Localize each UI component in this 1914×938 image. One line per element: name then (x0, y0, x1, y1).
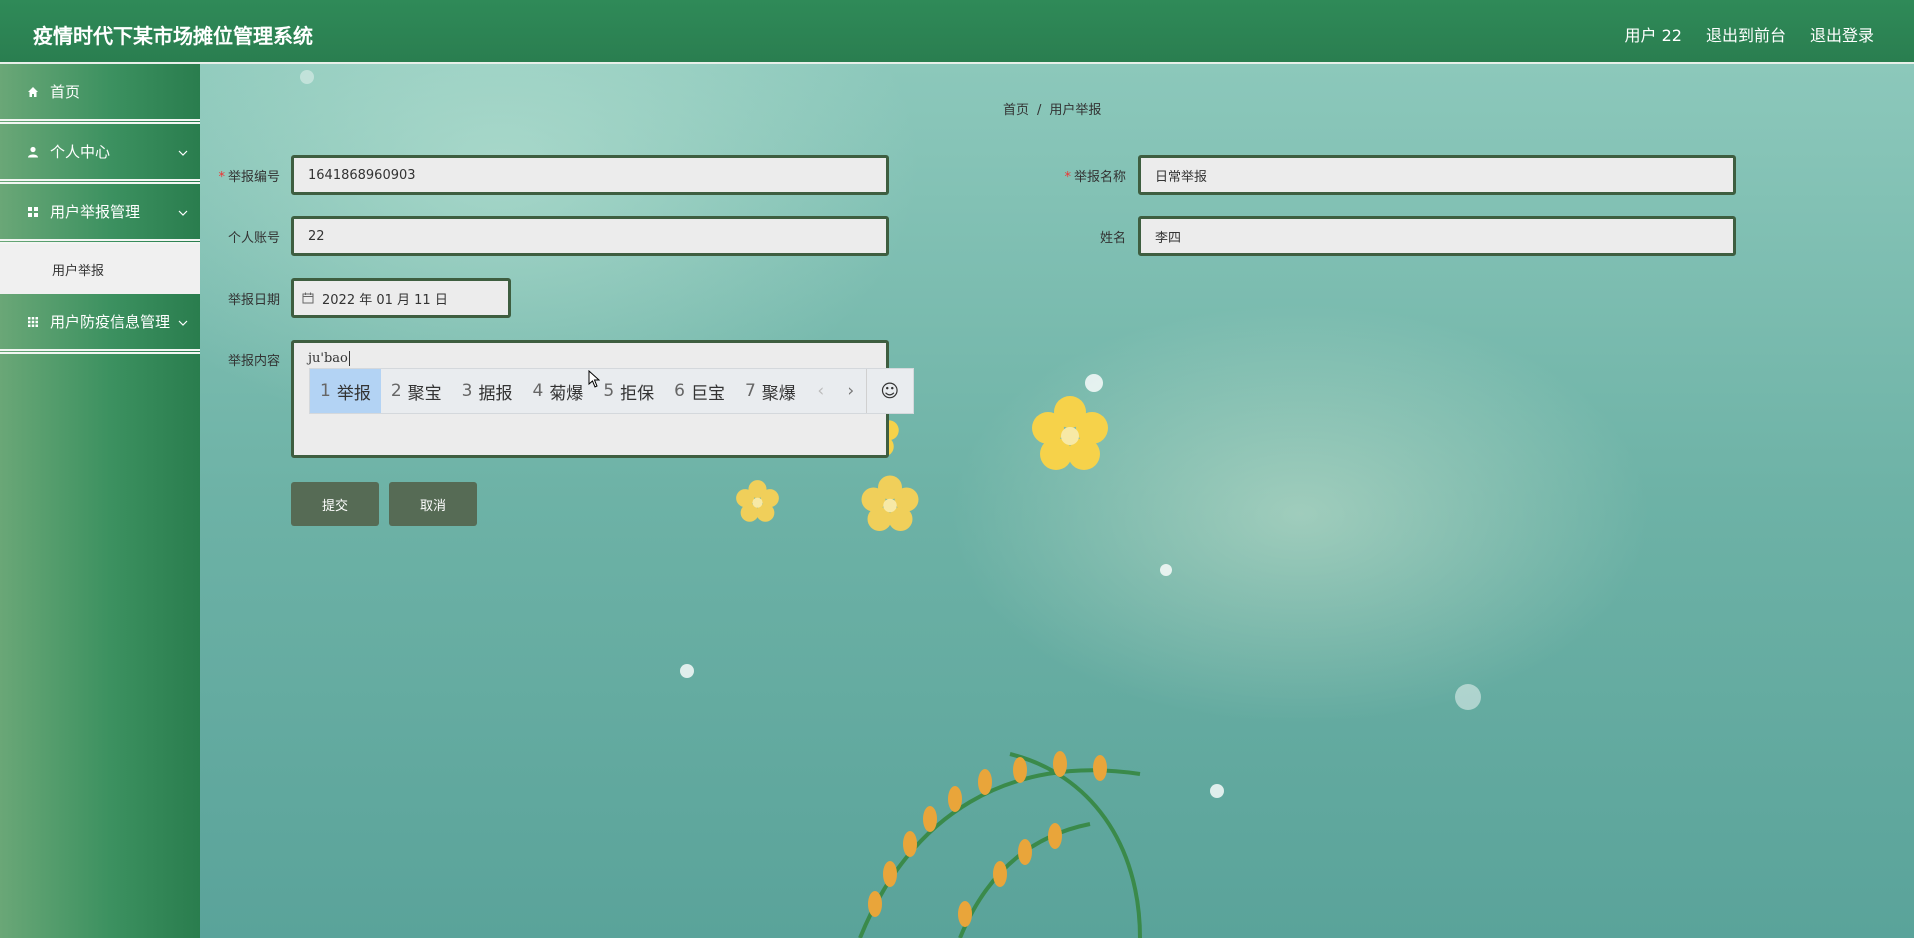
required-mark: * (218, 170, 225, 185)
ime-candidate[interactable]: 7 聚爆 (735, 369, 806, 413)
calendar-icon (302, 292, 314, 304)
ime-candidate-text: 举报 (336, 383, 371, 404)
content-value: ju'bao (308, 351, 348, 366)
sidebar-item-personal-center[interactable]: 个人中心 (0, 124, 200, 184)
header-actions: 用户 22 退出到前台 退出登录 (1625, 22, 1874, 46)
ime-candidate[interactable]: 4 菊爆 (522, 369, 593, 413)
logout-link[interactable]: 退出登录 (1810, 22, 1874, 46)
decor-flower (861, 475, 919, 531)
sidebar-item-label: 个人中心 (50, 143, 111, 161)
decor-dot (1085, 374, 1103, 392)
cancel-button[interactable]: 取消 (389, 482, 477, 526)
user-label[interactable]: 用户 22 (1625, 22, 1682, 46)
chevron-left-icon[interactable]: ‹ (806, 369, 836, 413)
decor-grain (858, 751, 1142, 938)
ime-candidate[interactable]: 6 巨宝 (664, 369, 735, 413)
ime-candidate-text: 菊爆 (549, 383, 584, 404)
breadcrumb-current: 用户举报 (1049, 103, 1102, 118)
ime-candidate-number: 3 (461, 381, 473, 401)
ime-candidate[interactable]: 2 聚宝 (381, 369, 452, 413)
report-name-label: * 举报名称 (1040, 166, 1126, 185)
ime-candidate[interactable]: 1 举报 (310, 369, 381, 413)
sidebar-item-label: 用户防疫信息管理 (50, 313, 171, 331)
ime-candidate-text: 据报 (478, 383, 513, 404)
ime-candidate-number: 6 (674, 381, 685, 401)
sidebar: 首页 个人中心 用户举报管理 用户举报 用户防疫信息管理 (0, 64, 200, 938)
sidebar-subitem-user-report[interactable]: 用户举报 (0, 244, 200, 294)
ime-candidate-text: 拒保 (620, 383, 655, 404)
decor-dot (1455, 684, 1481, 710)
submit-button[interactable]: 提交 (291, 482, 379, 526)
chevron-down-icon (178, 145, 188, 159)
sidebar-item-home[interactable]: 首页 (0, 64, 200, 124)
ime-candidate-text: 聚宝 (407, 383, 442, 404)
date-picker[interactable]: 2022 年 01 月 11 日 (291, 278, 511, 318)
ime-candidate-number: 7 (744, 381, 756, 401)
report-no-label: * 举报编号 (210, 166, 280, 185)
ime-candidate-text: 巨宝 (690, 383, 725, 404)
grid-icon (26, 205, 40, 219)
sidebar-item-label: 首页 (50, 83, 81, 101)
decor-dot (1160, 564, 1172, 576)
decor-flower (736, 480, 779, 522)
chevron-down-icon (178, 205, 188, 219)
sidebar-item-epidemic-info[interactable]: 用户防疫信息管理 (0, 294, 200, 354)
ime-candidate-number: 2 (390, 381, 402, 401)
breadcrumb: 首页 / 用户举报 (1003, 99, 1101, 118)
home-icon (26, 85, 40, 99)
report-name-label-text: 举报名称 (1073, 170, 1126, 185)
account-label: 个人账号 (227, 231, 280, 246)
date-value: 2022 年 01 月 11 日 (322, 292, 448, 308)
breadcrumb-separator: / (1037, 103, 1042, 118)
ime-candidate-number: 5 (603, 381, 615, 401)
user-icon (26, 145, 40, 159)
top-header: 疫情时代下某市场摊位管理系统 用户 22 退出到前台 退出登录 (0, 0, 1914, 64)
decor-dot (680, 664, 694, 678)
breadcrumb-home[interactable]: 首页 (1003, 103, 1029, 118)
text-cursor (348, 351, 350, 366)
name-field[interactable]: 李四 (1138, 216, 1736, 256)
report-no-field[interactable]: 1641868960903 (291, 155, 889, 195)
decor-dot (300, 70, 314, 84)
ime-candidate-number: 1 (320, 381, 331, 401)
date-label: 举报日期 (227, 293, 280, 308)
decor-flower (1032, 396, 1108, 470)
report-name-field[interactable]: 日常举报 (1138, 155, 1736, 195)
main-content: 首页 / 用户举报 * 举报编号 1641868960903 * 举报名称 日常举报 个… (200, 64, 1914, 938)
ime-candidate[interactable]: 5 拒保 (593, 369, 664, 413)
content-label: 举报内容 (227, 354, 280, 369)
app-title: 疫情时代下某市场摊位管理系统 (33, 24, 313, 48)
ime-candidate-text: 聚爆 (761, 383, 796, 404)
emoji-icon[interactable]: ☺ (865, 369, 913, 413)
report-no-label-text: 举报编号 (227, 170, 280, 185)
account-field[interactable]: 22 (291, 216, 889, 256)
ime-candidate-number: 4 (532, 381, 544, 401)
grid-icon (26, 315, 40, 329)
chevron-right-icon[interactable]: › (836, 369, 866, 413)
chevron-down-icon (178, 315, 188, 329)
name-label: 姓名 (1099, 231, 1126, 246)
required-mark: * (1064, 170, 1071, 185)
sidebar-item-label: 用户举报管理 (50, 203, 141, 221)
exit-to-front-link[interactable]: 退出到前台 (1706, 22, 1786, 46)
mouse-cursor-icon (588, 370, 600, 388)
ime-candidate-bar: 1 举报 2 聚宝 3 据报 4 菊爆 5 拒保 6 巨宝 7 聚爆 ‹ › ☺ (309, 368, 914, 414)
ime-candidate[interactable]: 3 据报 (452, 369, 523, 413)
sidebar-item-report-management[interactable]: 用户举报管理 (0, 184, 200, 244)
